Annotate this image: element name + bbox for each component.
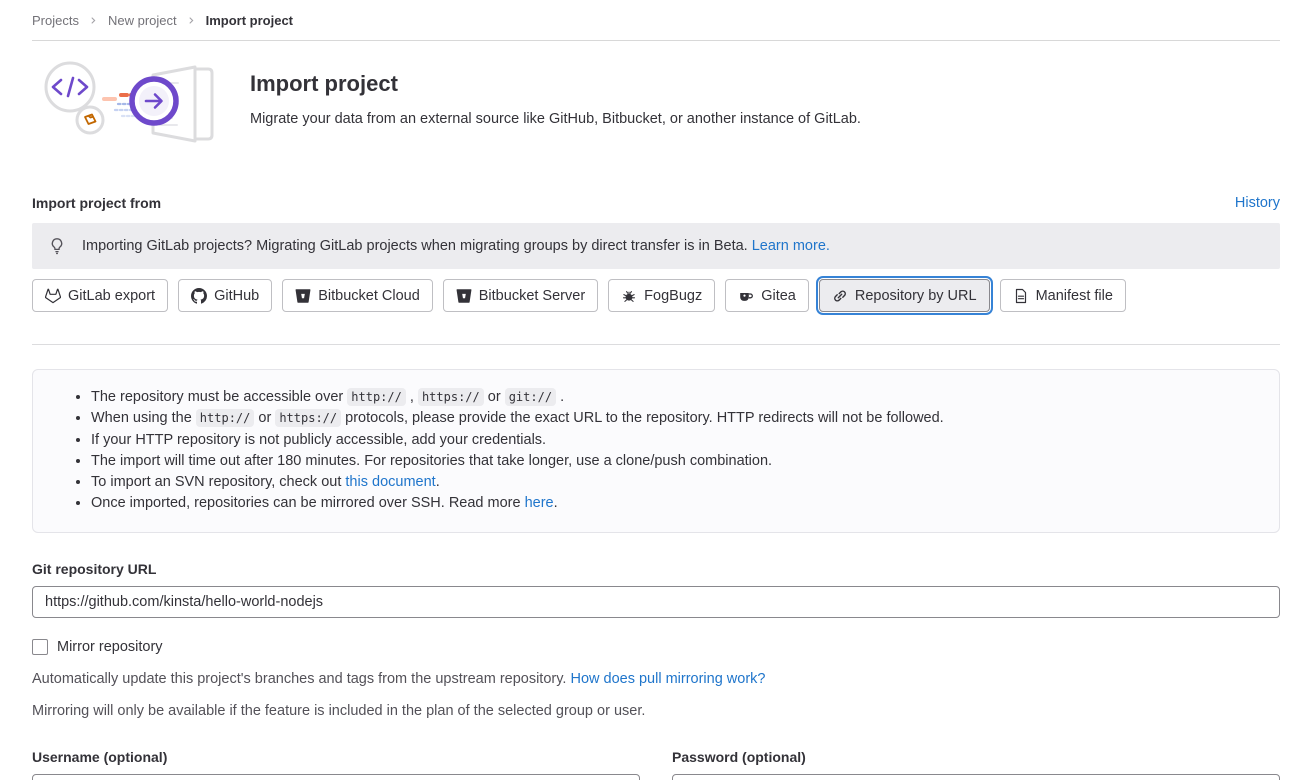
import-source-buttons: GitLab export GitHub Bitbucket Cloud Bitbuc… xyxy=(32,279,1280,312)
source-button-bitbucket-cloud[interactable]: Bitbucket Cloud xyxy=(282,279,433,312)
note-item: If your HTTP repository is not publicly … xyxy=(91,430,1263,451)
source-button-manifest-file[interactable]: Manifest file xyxy=(1000,279,1126,312)
gitlab-tanuki-icon xyxy=(45,288,61,304)
repository-notes-list: The repository must be accessible over h… xyxy=(49,387,1263,515)
note-text: or xyxy=(484,389,505,405)
note-link[interactable]: here xyxy=(525,495,554,511)
source-button-fogbugz[interactable]: FogBugz xyxy=(608,279,715,312)
protocol-code-chip: http:// xyxy=(347,388,406,406)
git-repository-url-input[interactable] xyxy=(32,586,1280,618)
repository-notes-box: The repository must be accessible over h… xyxy=(32,369,1280,533)
note-item: Once imported, repositories can be mirro… xyxy=(91,493,1263,514)
note-text: The import will time out after 180 minut… xyxy=(91,453,772,469)
breadcrumb: Projects New project Import project xyxy=(32,0,1280,41)
password-input[interactable] xyxy=(672,774,1280,780)
note-link[interactable]: this document xyxy=(345,474,435,490)
password-label: Password (optional) xyxy=(672,749,1280,765)
source-button-label: Bitbucket Cloud xyxy=(318,288,420,304)
note-item: The import will time out after 180 minut… xyxy=(91,451,1263,472)
protocol-code-chip: git:// xyxy=(505,388,556,406)
note-item: The repository must be accessible over h… xyxy=(91,387,1263,408)
source-button-label: Gitea xyxy=(761,288,796,304)
chevron-right-icon xyxy=(187,16,196,25)
import-from-label: Import project from xyxy=(32,195,161,211)
note-text: protocols, please provide the exact URL … xyxy=(341,410,944,426)
breadcrumb-item-new-project[interactable]: New project xyxy=(108,13,177,28)
mirror-help-text: Automatically update this project's bran… xyxy=(32,671,1280,687)
beta-banner: Importing GitLab projects? Migrating Git… xyxy=(32,223,1280,269)
teacup-icon xyxy=(738,288,754,304)
note-text: . xyxy=(554,495,558,511)
note-text: . xyxy=(436,474,440,490)
protocol-code-chip: https:// xyxy=(418,388,484,406)
page-title: Import project xyxy=(250,71,861,97)
banner-text: Importing GitLab projects? Migrating Git… xyxy=(82,238,830,254)
note-item: To import an SVN repository, check out t… xyxy=(91,472,1263,493)
note-text: Once imported, repositories can be mirro… xyxy=(91,495,525,511)
bug-icon xyxy=(621,288,637,304)
source-button-label: Manifest file xyxy=(1036,288,1113,304)
github-icon xyxy=(191,288,207,304)
source-button-label: GitHub xyxy=(214,288,259,304)
source-button-bitbucket-server[interactable]: Bitbucket Server xyxy=(443,279,598,312)
page-description: Migrate your data from an external sourc… xyxy=(250,111,861,127)
source-button-gitlab-export[interactable]: GitLab export xyxy=(32,279,168,312)
note-item: When using the http:// or https:// proto… xyxy=(91,408,1263,429)
source-button-label: Repository by URL xyxy=(855,288,977,304)
import-illustration xyxy=(32,59,222,153)
breadcrumb-item-import-project: Import project xyxy=(206,13,293,28)
note-text: If your HTTP repository is not publicly … xyxy=(91,432,546,448)
source-button-github[interactable]: GitHub xyxy=(178,279,272,312)
learn-more-link[interactable]: Learn more. xyxy=(752,238,830,254)
history-link[interactable]: History xyxy=(1235,195,1280,211)
username-input[interactable] xyxy=(32,774,640,780)
username-label: Username (optional) xyxy=(32,749,640,765)
protocol-code-chip: https:// xyxy=(275,409,341,427)
source-button-label: Bitbucket Server xyxy=(479,288,585,304)
pull-mirroring-link[interactable]: How does pull mirroring work? xyxy=(570,671,765,687)
source-button-repository-by-url[interactable]: Repository by URL xyxy=(819,279,990,312)
source-button-label: FogBugz xyxy=(644,288,702,304)
note-text: or xyxy=(254,410,275,426)
note-text: The repository must be accessible over xyxy=(91,389,347,405)
note-text: , xyxy=(406,389,418,405)
chevron-right-icon xyxy=(89,16,98,25)
protocol-code-chip: http:// xyxy=(196,409,255,427)
document-icon xyxy=(1013,288,1029,304)
lightbulb-icon xyxy=(48,237,66,255)
mirror-repository-checkbox[interactable] xyxy=(32,639,48,655)
breadcrumb-item-projects[interactable]: Projects xyxy=(32,13,79,28)
source-button-label: GitLab export xyxy=(68,288,155,304)
source-button-gitea[interactable]: Gitea xyxy=(725,279,809,312)
git-repository-url-label: Git repository URL xyxy=(32,561,1280,577)
mirror-repository-label[interactable]: Mirror repository xyxy=(57,639,163,655)
note-text: . xyxy=(556,389,564,405)
mirror-plan-note: Mirroring will only be available if the … xyxy=(32,703,1280,719)
bitbucket-icon xyxy=(295,288,311,304)
note-text: To import an SVN repository, check out xyxy=(91,474,345,490)
note-text: When using the xyxy=(91,410,196,426)
section-divider xyxy=(32,344,1280,345)
page-header: Import project Migrate your data from an… xyxy=(32,59,1280,153)
link-icon xyxy=(832,288,848,304)
bitbucket-icon xyxy=(456,288,472,304)
